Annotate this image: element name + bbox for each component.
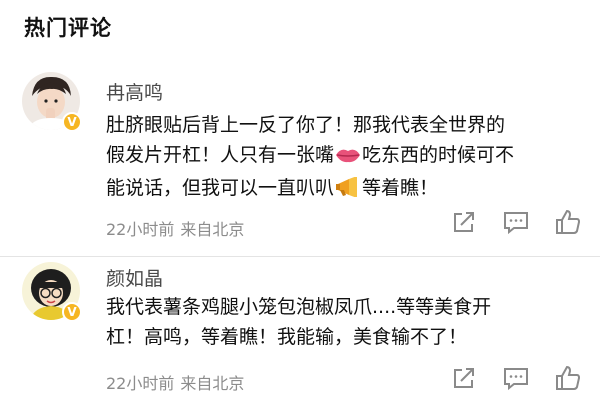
location: 来自北京	[180, 220, 245, 239]
comment-item: V 冉高鸣 肚脐眼贴后背上一反了你了！那我代表全世界的 假发片开杠！人只有一张嘴…	[0, 60, 600, 256]
comment-text: 我代表薯条鸡腿小笼包泡椒凤爪....等等美食开 杠！高鸣，等着瞧！我能输，美食输…	[106, 292, 586, 352]
comment-text-segment: 假发片开杠！人只有一张嘴	[106, 144, 335, 166]
username[interactable]: 冉高鸣	[106, 78, 163, 105]
comment-meta: 22小时前 来自北京	[106, 216, 244, 240]
lips-emoji-icon	[335, 143, 361, 173]
timestamp: 22小时前	[106, 374, 175, 393]
location: 来自北京	[180, 374, 245, 393]
comment-line: 我代表薯条鸡腿小笼包泡椒凤爪....等等美食开	[106, 296, 492, 318]
avatar[interactable]: V	[22, 262, 82, 322]
action-bar	[450, 208, 582, 236]
username[interactable]: 颜如晶	[106, 264, 163, 291]
comment-line: 假发片开杠！人只有一张嘴 吃东西的时候可不	[106, 140, 586, 173]
verified-badge-icon: V	[62, 302, 82, 322]
like-icon[interactable]	[554, 364, 582, 392]
comment-line: 能说话，但我可以一直叭叭 等着瞧！	[106, 173, 586, 206]
section-title: 热门评论	[24, 16, 112, 40]
megaphone-emoji-icon	[335, 176, 361, 206]
comment-meta: 22小时前 来自北京	[106, 370, 244, 394]
comment-icon[interactable]	[502, 208, 530, 236]
comment-text-segment: 吃东西的时候可不	[362, 144, 515, 166]
share-icon[interactable]	[450, 208, 478, 236]
comment-text-segment: 等着瞧！	[362, 177, 439, 199]
comment-line: 肚脐眼贴后背上一反了你了！那我代表全世界的	[106, 114, 506, 136]
comment-line: 杠！高鸣，等着瞧！我能输，美食输不了！	[106, 326, 468, 348]
comment-text-segment: 能说话，但我可以一直叭叭	[106, 177, 335, 199]
verified-badge-icon: V	[62, 112, 82, 132]
avatar[interactable]: V	[22, 72, 82, 132]
comment-icon[interactable]	[502, 364, 530, 392]
share-icon[interactable]	[450, 364, 478, 392]
like-icon[interactable]	[554, 208, 582, 236]
action-bar	[450, 364, 582, 392]
timestamp: 22小时前	[106, 220, 175, 239]
comment-text: 肚脐眼贴后背上一反了你了！那我代表全世界的 假发片开杠！人只有一张嘴 吃东西的时候…	[106, 110, 586, 206]
comment-item: V 颜如晶 我代表薯条鸡腿小笼包泡椒凤爪....等等美食开 杠！高鸣，等着瞧！我…	[0, 256, 600, 411]
